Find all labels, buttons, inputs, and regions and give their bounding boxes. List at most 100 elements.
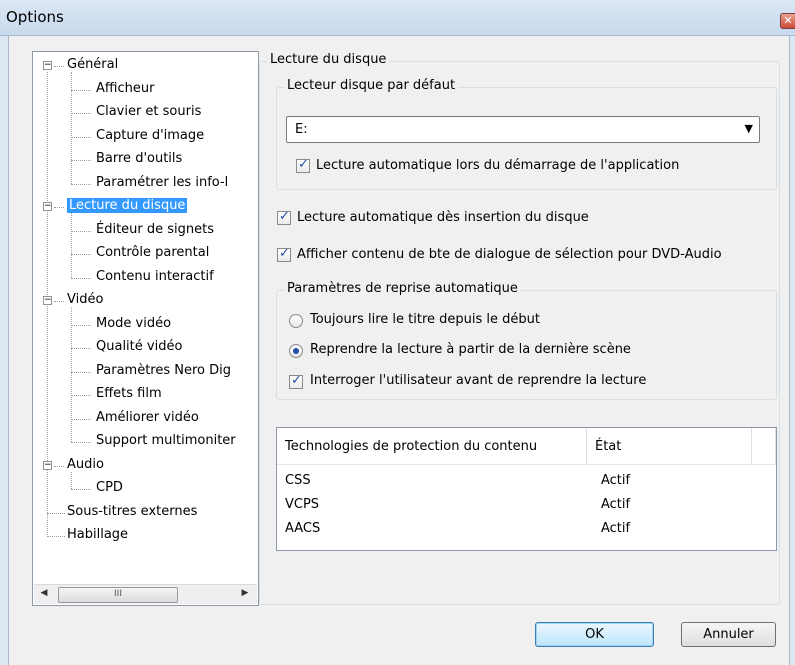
resume-from-start-label[interactable]: Toujours lire le titre depuis le début (310, 312, 540, 327)
tree-connector (54, 301, 64, 302)
scroll-right-icon[interactable]: ▶ (239, 588, 251, 598)
scrollbar-thumb[interactable]: III (58, 587, 178, 603)
tree-item-child[interactable]: Éditeur de signets (96, 220, 214, 242)
column-header-state[interactable]: État (587, 428, 752, 465)
tree-connector (71, 113, 91, 114)
tree-item-label: CPD (96, 480, 123, 495)
autoplay-on-insert-checkbox[interactable]: ✓ (277, 209, 291, 225)
tree-item-label: Éditeur de signets (96, 221, 215, 237)
tree-item-child[interactable]: Contrôle parental (96, 243, 209, 265)
tree-item-root[interactable]: Habillage (67, 525, 128, 547)
tree-item-child[interactable]: Améliorer vidéo (96, 408, 199, 430)
tree-collapse-icon[interactable]: − (43, 460, 52, 470)
default-drive-value: E: (295, 122, 308, 137)
tree-item-child[interactable]: Afficheur (96, 79, 154, 101)
tree-connector (47, 512, 65, 514)
tree-item-label: Qualité vidéo (96, 339, 183, 354)
window-frame-right (789, 36, 795, 665)
tree-item-label: Lecture du disque (67, 198, 188, 213)
tree-connector (71, 418, 91, 420)
tree-item-child[interactable]: Mode vidéo (96, 314, 171, 336)
tree-item-label: Paramétrer les info-l (96, 174, 229, 190)
tree-item-label: Vidéo (67, 292, 104, 307)
column-header-filler (752, 428, 776, 465)
tree-connector (54, 207, 64, 208)
tree-item-label: Clavier et souris (96, 104, 202, 119)
tree-connector (71, 489, 91, 490)
tree-collapse-icon[interactable]: − (43, 202, 52, 211)
tree-connector (47, 536, 65, 537)
tree-collapse-icon[interactable]: − (43, 61, 52, 70)
table-cell-state: Actif (601, 473, 631, 488)
column-header-technology[interactable]: Technologies de protection du contenu (277, 428, 587, 465)
tree-connector (71, 160, 91, 161)
tree-branch-line (71, 307, 72, 442)
tree-item-child[interactable]: Barre d'outils (96, 149, 182, 171)
resume-last-scene-radio[interactable] (289, 344, 303, 358)
tree-item-child[interactable]: Paramètres Nero Dig (96, 361, 231, 383)
tree-item-root[interactable]: Sous-titres externes (67, 502, 197, 524)
cancel-button[interactable]: Annuler (681, 622, 776, 647)
ask-user-checkbox[interactable]: ✓ (289, 373, 303, 389)
chevron-down-icon[interactable]: ▼ (745, 122, 753, 135)
check-icon: ✓ (279, 246, 290, 261)
tree-collapse-icon[interactable]: − (43, 296, 52, 305)
tree-item-label: Général (67, 57, 119, 72)
content-protection-table[interactable]: Technologies de protection du contenu Ét… (276, 427, 777, 551)
tree-horizontal-scrollbar[interactable]: ◀ III ▶ (34, 584, 257, 604)
tree-connector (54, 66, 64, 67)
tree-item-label: Barre d'outils (96, 151, 183, 166)
scroll-left-icon[interactable]: ◀ (38, 588, 50, 598)
resume-last-scene-label[interactable]: Reprendre la lecture à partir de la dern… (310, 342, 631, 357)
autoplay-on-insert-label[interactable]: Lecture automatique dès insertion du dis… (297, 210, 589, 225)
tree-connector (71, 254, 91, 255)
tree-item-root[interactable]: Lecture du disque (67, 196, 188, 218)
tree-item-label: Habillage (67, 527, 129, 542)
tree-item-child[interactable]: Effets film (96, 384, 162, 406)
disc-playback-title: Lecture du disque (267, 52, 390, 67)
tree-branch-line (71, 72, 72, 184)
table-cell-state: Actif (601, 497, 631, 512)
tree-item-child[interactable]: Paramétrer les info-l (96, 173, 228, 195)
check-icon: ✓ (298, 157, 309, 172)
window-title: Options (6, 8, 64, 26)
tree-item-child[interactable]: Capture d'image (96, 126, 204, 148)
default-drive-select[interactable]: E: ▼ (286, 116, 760, 143)
tree-connector (54, 465, 64, 467)
tree-connector (71, 136, 91, 138)
ok-button[interactable]: OK (535, 622, 654, 647)
radio-selected-dot (293, 348, 299, 354)
tree-item-label: Audio (67, 456, 104, 472)
options-tree[interactable]: Général − Afficheur Clavier et souris Captur… (32, 51, 259, 606)
table-cell-technology: VCPS (285, 497, 320, 512)
tree-item-child[interactable]: Support multimoniter (96, 431, 236, 453)
tree-item-child[interactable]: CPD (96, 478, 123, 500)
close-icon[interactable]: ✕ (780, 13, 795, 29)
dvd-audio-dialog-label[interactable]: Afficher contenu de bte de dialogue de s… (297, 247, 722, 262)
dvd-audio-dialog-checkbox[interactable]: ✓ (277, 246, 291, 262)
auto-resume-title: Paramètres de reprise automatique (284, 281, 521, 296)
tree-item-root[interactable]: Général (67, 55, 118, 77)
default-drive-title: Lecteur disque par défaut (284, 78, 459, 93)
tree-item-child[interactable]: Contenu interactif (96, 267, 214, 289)
tree-item-child[interactable]: Qualité vidéo (96, 337, 182, 359)
tree-connector (71, 230, 91, 232)
tree-item-label: Contrôle parental (96, 245, 210, 260)
tree-item-root[interactable]: Audio (67, 455, 104, 477)
resume-from-start-radio[interactable] (289, 314, 303, 328)
tree-item-root[interactable]: Vidéo (67, 290, 103, 312)
tree-connector (71, 277, 91, 279)
check-icon: ✓ (291, 373, 302, 388)
tree-connector (71, 395, 91, 396)
tree-branch-line (71, 213, 72, 278)
tree-connector (71, 183, 91, 185)
title-bar (0, 0, 795, 36)
tree-item-label: Améliorer vidéo (96, 409, 199, 425)
tree-connector (71, 89, 91, 91)
tree-item-child[interactable]: Clavier et souris (96, 102, 201, 124)
window-frame-left (0, 36, 9, 665)
ask-user-label[interactable]: Interroger l'utilisateur avant de repren… (310, 373, 646, 388)
autoplay-on-start-label[interactable]: Lecture automatique lors du démarrage de… (316, 158, 679, 173)
tree-item-label: Contenu interactif (96, 268, 214, 284)
autoplay-on-start-checkbox[interactable]: ✓ (296, 157, 310, 173)
